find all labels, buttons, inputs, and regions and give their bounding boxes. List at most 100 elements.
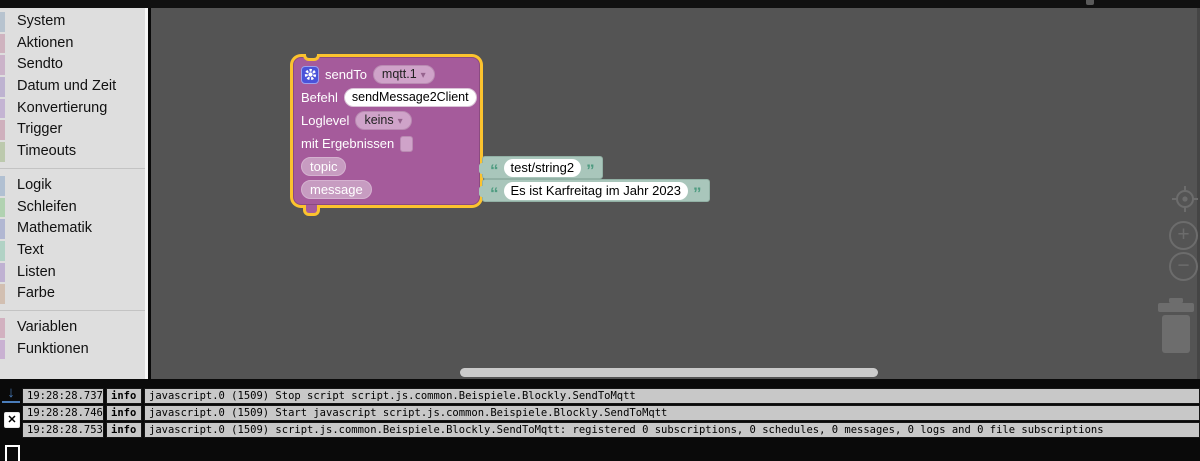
close-quote-icon: ” [586,161,595,180]
log-level-badge: info [106,422,142,438]
category-color-strip [0,339,5,360]
category-label: Timeouts [17,143,77,160]
text-block-input[interactable]: Es ist Karfreitag im Jahr 2023 [503,181,689,200]
category-label: Mathematik [17,220,92,237]
sendto-block[interactable]: sendTo mqtt.1 ▾ Befehl sendMessage2Client… [293,54,480,216]
sidebar-item-funktionen[interactable]: Funktionen [0,339,145,361]
loglevel-value: keins [364,113,394,127]
next-connection-tab [303,205,320,216]
sidebar-item-logik[interactable]: Logik [0,175,145,197]
loglevel-label: Loglevel [301,113,350,128]
category-color-strip [0,33,5,54]
sidebar-item-sendto[interactable]: Sendto [0,54,145,76]
gear-icon [304,68,316,81]
results-checkbox[interactable] [400,135,414,152]
download-log-icon[interactable]: ↓ [2,384,20,403]
category-color-strip [0,175,5,196]
category-color-strip [0,284,5,304]
plus-icon: + [1177,223,1190,246]
zoom-in-button[interactable]: + [1169,221,1198,250]
category-color-strip [0,262,5,283]
log-level-badge: info [106,405,142,421]
sidebar-item-konvertierung[interactable]: Konvertierung [0,98,145,120]
sidebar-item-aktionen[interactable]: Aktionen [0,33,145,55]
text-block[interactable]: “ Es ist Karfreitag im Jahr 2023 ” [479,179,710,203]
sidebar-item-variablen[interactable]: Variablen [0,317,145,339]
log-timestamp: 19:28:28.746 [22,405,104,421]
clear-log-icon[interactable]: ✕ [4,412,20,428]
category-label: Funktionen [17,340,89,357]
log-row: 19:28:28.737 info javascript.0 (1509) St… [22,388,1200,404]
crosshair-icon [1172,186,1198,212]
log-timestamp: 19:28:28.753 [22,422,104,438]
copy-log-icon[interactable] [5,445,20,461]
text-block[interactable]: “ test/string2 ” [479,156,603,180]
message-input[interactable]: message [301,180,372,199]
category-color-strip [0,240,5,261]
loglevel-dropdown[interactable]: keins ▾ [355,111,412,130]
sidebar-item-trigger[interactable]: Trigger [0,119,145,141]
horizontal-scrollbar[interactable] [460,368,878,377]
category-color-strip [0,55,5,76]
sidebar-item-datum-und-zeit[interactable]: Datum und Zeit [0,76,145,98]
x-icon: ✕ [7,414,17,426]
category-color-strip [0,142,5,162]
category-label: Datum und Zeit [17,78,117,95]
titlebar-icon [1086,0,1094,5]
block-title: sendTo [325,67,367,82]
sidebar-item-mathematik[interactable]: Mathematik [0,218,145,240]
category-label: Listen [17,263,56,280]
category-label: Sendto [17,56,63,73]
category-label: System [17,13,66,29]
chevron-down-icon: ▾ [397,116,403,127]
minus-icon: − [1177,254,1190,277]
category-label: Schleifen [17,198,77,215]
log-message: javascript.0 (1509) Stop script script.j… [144,388,1200,404]
zoom-reset-button[interactable] [1171,185,1199,218]
blockly-toolbox: System Aktionen Sendto Datum und Zeit Ko… [0,8,148,379]
log-row: 19:28:28.746 info javascript.0 (1509) St… [22,405,1200,421]
sidebar-item-timeouts[interactable]: Timeouts [0,141,145,163]
category-label: Farbe [17,285,55,302]
sidebar-item-system[interactable]: System [0,11,145,33]
category-color-strip [0,197,5,218]
befehl-label: Befehl [301,90,338,105]
category-label: Konvertierung [17,99,108,116]
open-quote-icon: “ [490,184,499,203]
category-label: Text [17,241,44,258]
sidebar-item-schleifen[interactable]: Schleifen [0,197,145,219]
log-message: javascript.0 (1509) script.js.common.Bei… [144,422,1200,438]
befehl-input[interactable]: sendMessage2Client [343,88,477,107]
download-arrow-icon: ↓ [7,384,15,401]
category-label: Trigger [17,121,63,138]
log-level-badge: info [106,388,142,404]
mutator-gear-icon[interactable] [301,65,319,84]
log-message: javascript.0 (1509) Start javascript scr… [144,405,1200,421]
category-color-strip [0,120,5,141]
sidebar-item-text[interactable]: Text [0,240,145,262]
window-top-bar [0,0,1200,8]
open-quote-icon: “ [490,161,499,180]
text-block-input[interactable]: test/string2 [503,158,582,177]
category-label: Aktionen [17,34,74,51]
category-label: Logik [17,176,52,193]
toolbox-separator [0,167,145,169]
zoom-out-button[interactable]: − [1169,252,1198,281]
previous-connection-notch [303,54,320,61]
close-quote-icon: ” [693,184,702,203]
category-label: Variablen [17,318,78,335]
category-color-strip [0,219,5,239]
toolbox-separator [0,309,145,311]
category-color-strip [0,12,5,32]
trash-icon[interactable] [1155,298,1197,359]
category-color-strip [0,317,5,338]
topic-input[interactable]: topic [301,157,347,176]
category-color-strip [0,77,5,97]
log-timestamp: 19:28:28.737 [22,388,104,404]
chevron-down-icon: ▾ [420,70,426,81]
sidebar-item-listen[interactable]: Listen [0,262,145,284]
sidebar-item-farbe[interactable]: Farbe [0,283,145,305]
instance-value: mqtt.1 [381,67,417,81]
results-label: mit Ergebnissen [301,136,395,151]
instance-dropdown[interactable]: mqtt.1 ▾ [372,65,435,84]
